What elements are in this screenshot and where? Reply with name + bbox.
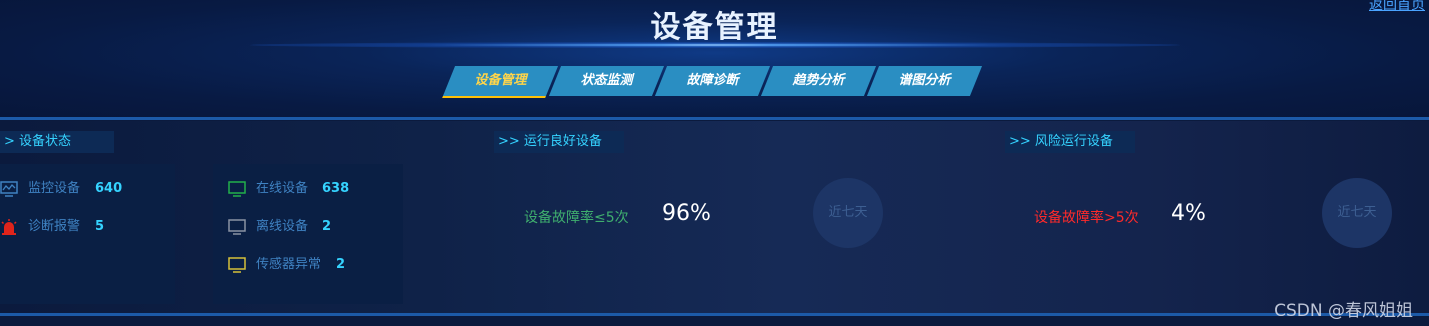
tab-device-management[interactable]: 设备管理 <box>442 66 559 96</box>
back-home-link[interactable]: 返回首页 <box>1369 0 1425 14</box>
stat-label: 离线设备 <box>256 219 309 234</box>
alarm-siren-icon <box>1 219 17 235</box>
device-status-panel-left: 监控设备 640 诊断报警 5 <box>0 164 175 304</box>
stat-row-alarm: 诊断报警 5 <box>0 217 170 237</box>
stat-row-offline: 离线设备 2 <box>228 217 398 237</box>
main-content: > 设备状态 监控设备 640 诊断报警 5 在线设备 638 离线设备 2 传… <box>0 121 1429 314</box>
tab-label: 趋势分析 <box>792 73 845 88</box>
stat-label: 传感器异常 <box>256 257 322 272</box>
tab-status-monitoring[interactable]: 状态监测 <box>548 66 665 96</box>
tab-label: 状态监测 <box>580 73 633 88</box>
stat-row-sensor-error: 传感器异常 2 <box>228 255 398 275</box>
monitor-icon <box>228 257 246 273</box>
monitor-chart-icon <box>0 181 18 197</box>
risk-last-7-days-button[interactable]: 近七天 <box>1322 178 1392 248</box>
page-title: 设备管理 <box>650 10 779 45</box>
bottom-divider <box>0 313 1429 316</box>
stat-label: 诊断报警 <box>28 219 81 234</box>
stat-label: 监控设备 <box>28 181 81 196</box>
good-rate-value: 96% <box>662 201 711 226</box>
tab-spectrum-analysis[interactable]: 谱图分析 <box>866 66 983 96</box>
stat-value: 638 <box>322 181 350 196</box>
tab-label: 谱图分析 <box>898 73 951 88</box>
watermark-text: CSDN @春风姐姐 <box>1274 301 1413 321</box>
stat-value: 640 <box>95 181 123 196</box>
good-rate-label: 设备故障率≤5次 <box>524 210 629 226</box>
tab-label: 故障诊断 <box>686 73 739 88</box>
stat-row-monitored: 监控设备 640 <box>0 179 170 199</box>
stat-value: 5 <box>95 219 105 234</box>
top-divider <box>0 117 1429 120</box>
risk-rate-label: 设备故障率>5次 <box>1034 210 1139 226</box>
monitor-icon <box>228 219 246 235</box>
stat-row-online: 在线设备 638 <box>228 179 398 199</box>
header-banner: 设备管理 返回首页 设备管理 状态监测 故障诊断 趋势分析 谱图分析 <box>0 0 1429 118</box>
risk-rate-value: 4% <box>1171 201 1206 226</box>
section-title-risk-devices: >> 风险运行设备 <box>1005 131 1135 153</box>
stat-label: 在线设备 <box>256 181 309 196</box>
monitor-icon <box>228 181 246 197</box>
device-status-panel-right: 在线设备 638 离线设备 2 传感器异常 2 <box>213 164 403 304</box>
stat-value: 2 <box>322 219 332 234</box>
tab-label: 设备管理 <box>474 73 527 88</box>
good-last-7-days-button[interactable]: 近七天 <box>813 178 883 248</box>
stat-value: 2 <box>336 257 346 272</box>
section-title-good-devices: >> 运行良好设备 <box>494 131 624 153</box>
tab-trend-analysis[interactable]: 趋势分析 <box>760 66 877 96</box>
tab-fault-diagnosis[interactable]: 故障诊断 <box>654 66 771 96</box>
section-title-device-status: > 设备状态 <box>0 131 114 153</box>
